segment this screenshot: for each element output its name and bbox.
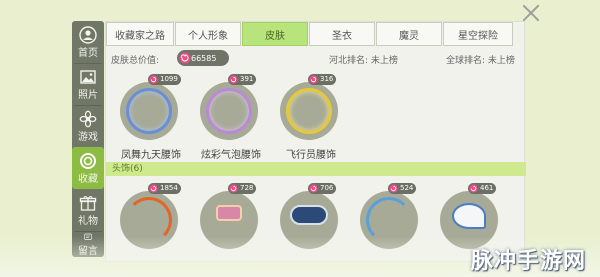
- total-value-label: 皮肤总价值:: [111, 56, 160, 66]
- item-value: 524: [400, 184, 414, 192]
- swirl-coin-icon: [229, 184, 238, 193]
- sidebar-item-collection[interactable]: 收藏: [72, 147, 104, 189]
- swirl-coin-icon: [469, 184, 478, 193]
- stats-row: 皮肤总价值: 66585 河北排名: 未上榜 全球排名: 未上榜: [111, 50, 521, 68]
- value-badge: 461: [468, 183, 497, 194]
- value-badge: 391: [228, 74, 257, 85]
- item-value: 1854: [160, 184, 178, 192]
- watermark: 脉冲手游网: [470, 249, 586, 274]
- waist-ornament-image: [286, 88, 332, 134]
- ring-icon: [80, 152, 96, 169]
- flower-icon: [79, 110, 97, 127]
- sidebar-item-photos[interactable]: 照片: [72, 63, 104, 105]
- tab-personal-image[interactable]: 个人形象: [175, 22, 241, 46]
- tab-spirit[interactable]: 魔灵: [376, 22, 442, 46]
- item-name: 凤舞九天腰饰: [121, 150, 181, 161]
- sidebar-item-home[interactable]: 首页: [72, 21, 104, 63]
- item-value: 1099: [160, 75, 178, 83]
- tab-bar: 收藏家之路 个人形象 皮肤 圣衣 魔灵 星空探险: [106, 22, 526, 46]
- value-badge: 524: [388, 183, 417, 194]
- headwear-image: [452, 203, 486, 229]
- photo-icon: [80, 69, 96, 84]
- swirl-coin-icon: [309, 184, 318, 193]
- item-value: 728: [240, 184, 254, 192]
- sidebar-item-label: 游戏: [78, 131, 98, 143]
- item-value: 461: [480, 184, 494, 192]
- global-rank: 全球排名: 未上榜: [446, 56, 515, 66]
- value-badge: 728: [228, 183, 257, 194]
- region-rank: 河北排名: 未上榜: [329, 56, 398, 66]
- tab-star-explore[interactable]: 星空探险: [443, 22, 513, 46]
- value-badge: 1854: [148, 183, 181, 194]
- total-value: 66585: [191, 53, 217, 63]
- waist-ornament-image: [126, 88, 172, 134]
- swirl-coin-icon: [149, 184, 158, 193]
- waist-ornament-image: [206, 88, 252, 134]
- swirl-coin-icon: [309, 75, 318, 84]
- sidebar-item-label: 照片: [78, 89, 98, 101]
- sidebar-item-label: 首页: [78, 47, 98, 59]
- user-icon: [79, 25, 97, 44]
- sidebar: 首页 照片 游戏 收藏 礼物 留言: [72, 21, 104, 257]
- item-value: 391: [240, 75, 254, 83]
- value-badge: 1099: [148, 74, 181, 85]
- value-badge: 706: [308, 183, 337, 194]
- sidebar-item-gifts[interactable]: 礼物: [72, 189, 104, 231]
- tab-saint-cloth[interactable]: 圣衣: [309, 22, 375, 46]
- tab-collector-road[interactable]: 收藏家之路: [106, 22, 174, 46]
- swirl-coin-icon: [179, 52, 191, 64]
- total-value-badge: 66585: [177, 50, 229, 66]
- swirl-coin-icon: [229, 75, 238, 84]
- gift-icon: [79, 195, 97, 211]
- item-value: 316: [320, 75, 334, 83]
- section-header-headwear: 头饰(6): [106, 162, 526, 176]
- main-panel: 收藏家之路 个人形象 皮肤 圣衣 魔灵 星空探险 皮肤总价值: 66585 河北…: [105, 21, 526, 262]
- item-name: 炫彩气泡腰饰: [201, 150, 261, 161]
- tab-skins[interactable]: 皮肤: [242, 22, 308, 46]
- item-value: 706: [320, 184, 334, 192]
- swirl-coin-icon: [389, 184, 398, 193]
- item-name: 飞行员腰饰: [286, 150, 336, 161]
- headwear-image: [216, 205, 242, 221]
- sidebar-item-label: 礼物: [78, 215, 98, 227]
- value-badge: 316: [308, 74, 337, 85]
- sidebar-item-games[interactable]: 游戏: [72, 105, 104, 147]
- headwear-image: [290, 205, 328, 225]
- swirl-coin-icon: [149, 75, 158, 84]
- sidebar-item-label: 收藏: [78, 173, 98, 185]
